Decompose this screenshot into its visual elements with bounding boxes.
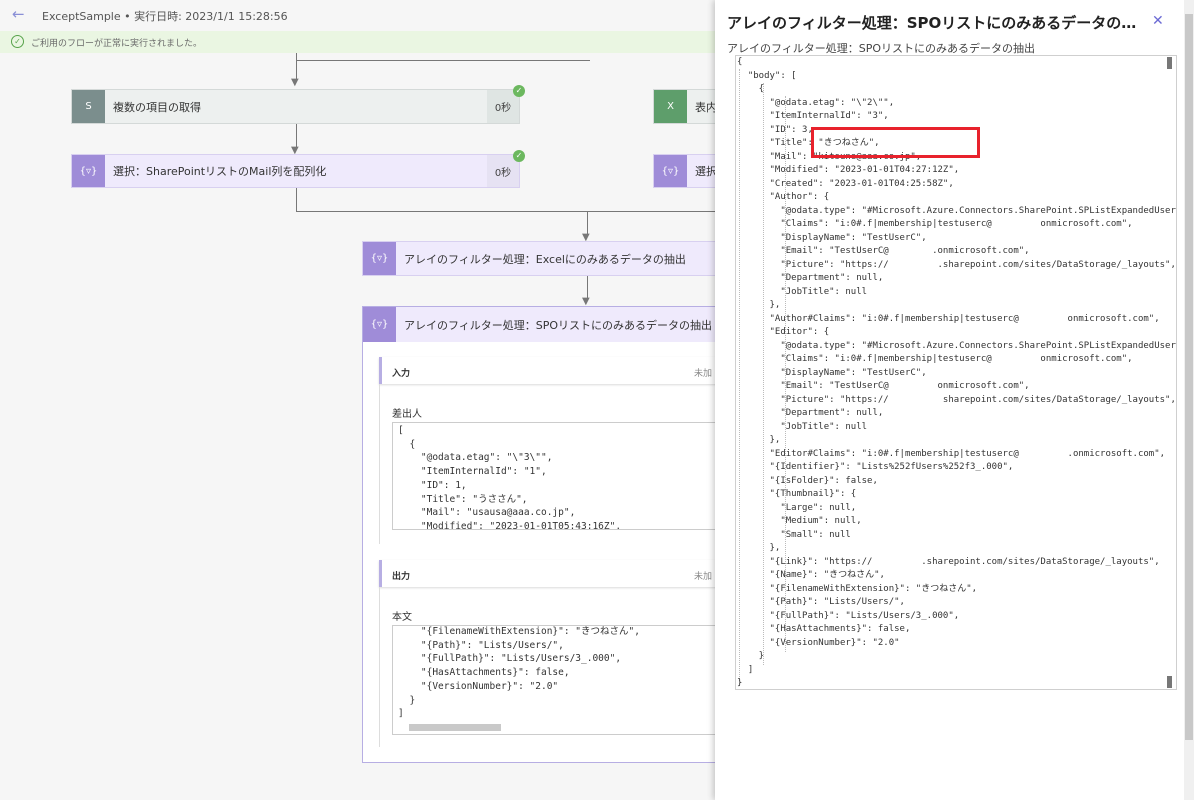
connector-line (296, 211, 716, 212)
input-section-header[interactable]: 入力 未加 (379, 357, 726, 384)
step-select-mail-card[interactable]: {▿} 選択：SharePointリストのMail列を配列化 0秒 (71, 154, 520, 188)
excel-icon: X (654, 90, 687, 123)
title-highlight-box (811, 127, 980, 158)
step-get-items-card[interactable]: S 複数の項目の取得 0秒 (71, 89, 520, 124)
detail-panel: アレイのフィルター処理：SPOリストにのみあるデータの抽出 ✕ アレイのフィルタ… (715, 0, 1194, 800)
step-excel-table-card[interactable]: X 表内 (653, 89, 723, 124)
select-icon: {▿} (654, 155, 687, 187)
output-json-viewer[interactable]: { "body": [ { "@odata.etag": "\"2\"", "I… (735, 55, 1177, 690)
close-icon[interactable]: ✕ (1152, 13, 1164, 29)
panel-subtitle: アレイのフィルター処理：SPOリストにのみあるデータの抽出 (727, 42, 1036, 55)
output-section-title: 出力 (392, 572, 411, 582)
horizontal-scrollbar[interactable] (409, 724, 501, 731)
step-select-excel-label: 選択 (695, 165, 717, 178)
vertical-scrollbar[interactable] (1167, 57, 1172, 69)
success-check-icon: ✓ (513, 85, 525, 97)
output-body-code[interactable]: "{FilenameWithExtension}": "きつねさん", "{Pa… (392, 625, 724, 735)
success-check-icon: ✓ (513, 150, 525, 162)
sharepoint-icon: S (72, 90, 105, 123)
success-banner: ✓ ご利用のフローが正常に実行されました。 (0, 31, 715, 53)
select-icon: {▿} (72, 155, 105, 187)
step-select-mail-label: 選択：SharePointリストのMail列を配列化 (113, 165, 327, 178)
page-scrollbar[interactable] (1184, 0, 1194, 800)
input-from-code[interactable]: [ { "@odata.etag": "\"3\"", "ItemInterna… (392, 422, 724, 530)
output-section-status: 未加 (694, 572, 713, 582)
step-excel-table-label: 表内 (695, 100, 717, 114)
input-section-title: 入力 (392, 369, 411, 379)
filter-icon: {▿} (363, 242, 396, 275)
step-filter-spo-card[interactable]: {▿} アレイのフィルター処理：SPOリストにのみあるデータの抽出 入力 未加 … (362, 306, 726, 763)
input-section-status: 未加 (694, 369, 713, 379)
input-from-label: 差出人 (392, 409, 422, 420)
filter-icon: {▿} (363, 307, 396, 342)
flow-run-title: ExceptSample • 実行日時: 2023/1/1 15:28:56 (42, 10, 288, 23)
connector-line (296, 188, 297, 212)
page-scrollbar-thumb[interactable] (1185, 14, 1193, 740)
output-section-header[interactable]: 出力 未加 (379, 560, 726, 587)
top-bar: ← ExceptSample • 実行日時: 2023/1/1 15:28:56 (0, 0, 715, 30)
back-arrow-icon[interactable]: ← (12, 5, 25, 23)
step-filter-excel-label: アレイのフィルター処理：Excelにのみあるデータの抽出 (404, 252, 686, 266)
arrow-down-icon: ▼ (291, 77, 299, 88)
step-select-excel-card[interactable]: {▿} 選択 (653, 154, 723, 188)
success-message: ご利用のフローが正常に実行されました。 (31, 39, 203, 49)
step-filter-spo-label: アレイのフィルター処理：SPOリストにのみあるデータの抽出 (404, 318, 713, 332)
input-code-text: [ { "@odata.etag": "\"3\"", "ItemInterna… (398, 425, 622, 530)
connector-line (296, 60, 590, 61)
step-get-items-label: 複数の項目の取得 (113, 100, 201, 114)
step-filter-excel-card[interactable]: {▿} アレイのフィルター処理：Excelにのみあるデータの抽出 (362, 241, 722, 276)
success-check-icon: ✓ (11, 35, 24, 48)
output-body-label: 本文 (392, 612, 412, 623)
output-code-text: "{FilenameWithExtension}": "きつねさん", "{Pa… (398, 626, 640, 720)
step-filter-spo-header[interactable]: {▿} アレイのフィルター処理：SPOリストにのみあるデータの抽出 (363, 307, 721, 342)
panel-title: アレイのフィルター処理：SPOリストにのみあるデータの抽出 (727, 14, 1145, 32)
vertical-scrollbar[interactable] (1167, 676, 1172, 688)
